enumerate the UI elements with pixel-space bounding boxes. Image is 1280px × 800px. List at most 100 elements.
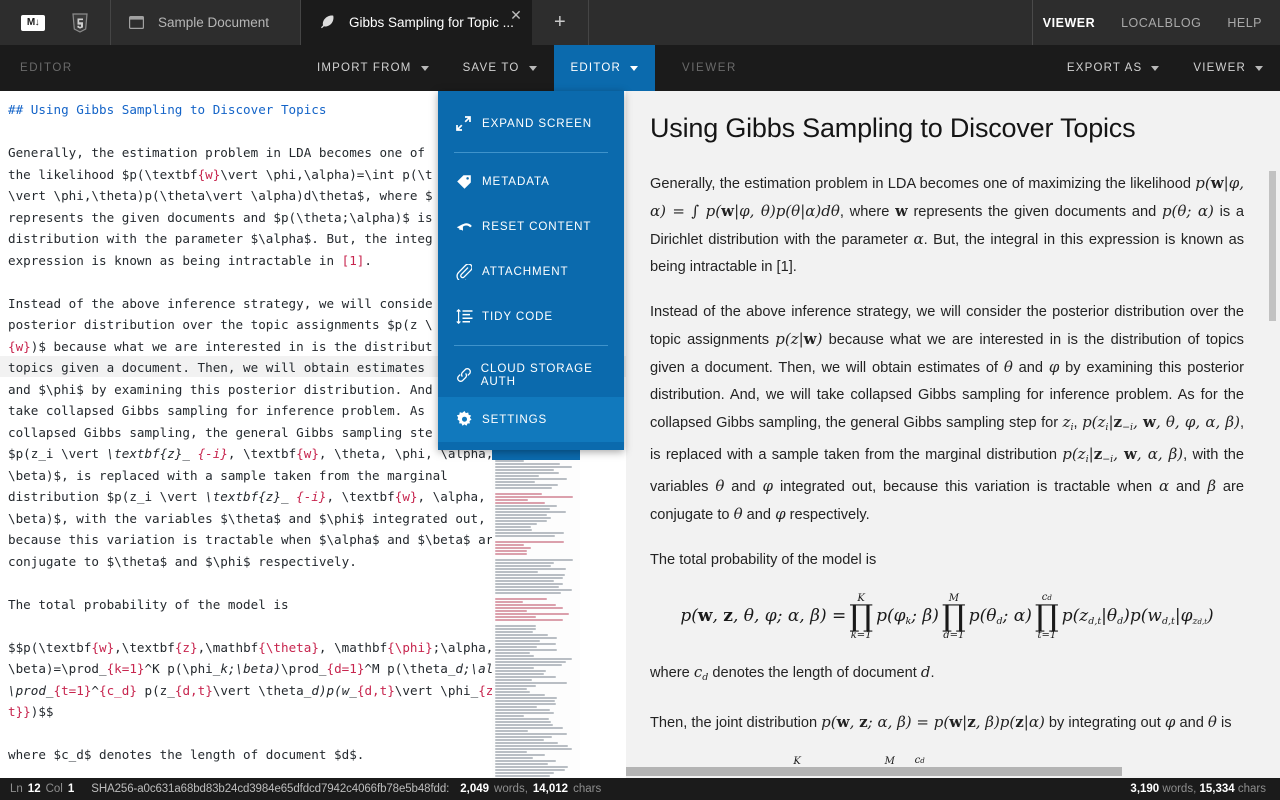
editor-p1-l1: Generally, the estimation problem in LDA… <box>8 145 425 160</box>
import-from-button[interactable]: IMPORT FROM <box>300 45 446 91</box>
new-tab-button[interactable]: + <box>532 0 588 45</box>
minimap-line <box>495 592 561 594</box>
menu-item-attachment[interactable]: ATTACHMENT <box>438 249 624 294</box>
editor-p1-l5: distribution with the parameter $\alpha$… <box>8 231 433 246</box>
minimap-line <box>495 649 557 651</box>
close-icon[interactable]: ✕ <box>510 8 522 22</box>
viewer-paragraph-5: Then, the joint distribution p(w, z; α, … <box>650 709 1244 737</box>
menu-item-reset-content[interactable]: RESET CONTENT <box>438 204 624 249</box>
status-viewer-words-value: 3,190 <box>1130 783 1159 795</box>
menu-item-settings[interactable]: SETTINGS <box>438 397 624 442</box>
menu-item-metadata[interactable]: METADATA <box>438 159 624 204</box>
status-viewer-chars-label: chars <box>1238 783 1266 795</box>
editor-minimap[interactable] <box>492 448 580 778</box>
status-col-value: 1 <box>68 783 74 795</box>
minimap-line <box>495 700 555 702</box>
math-inline-theta: θ <box>1004 358 1013 376</box>
minimap-line <box>495 547 531 549</box>
minimap-line <box>495 469 554 471</box>
minimap-line <box>495 760 556 762</box>
vp1-a: Generally, the estimation problem in LDA… <box>650 176 1195 192</box>
minimap-line <box>495 601 523 603</box>
minimap-line <box>495 655 534 657</box>
viewer-pane[interactable]: Using Gibbs Sampling to Discover Topics … <box>626 91 1280 778</box>
status-viewer-chars-value: 15,334 <box>1199 783 1234 795</box>
viewer-horizontal-scrollbar[interactable] <box>626 764 1280 778</box>
math-inline-theta-2: θ <box>715 477 724 495</box>
minimap-line <box>495 583 563 585</box>
vp1-c: represents the given documents and <box>908 204 1162 220</box>
tab-sample-document[interactable]: Sample Document <box>110 0 300 45</box>
app-icon-group: M↓ <box>0 0 110 45</box>
vp5-d: is <box>1217 715 1232 731</box>
minimap-line <box>495 748 572 750</box>
minimap-line <box>495 631 533 633</box>
editor-dropdown-menu: EXPAND SCREEN METADATA RESET CONTENT ATT… <box>438 91 624 450</box>
minimap-line <box>495 619 563 621</box>
minimap-line <box>495 739 544 741</box>
status-right: 3,190 words, 15,334 chars <box>1130 783 1280 795</box>
minimap-line <box>495 574 565 576</box>
editor-p3: The total probability of the model is <box>8 597 289 612</box>
math-inline-beta: β <box>1207 477 1216 495</box>
markdown-logo: M↓ <box>21 15 45 31</box>
vp2-c3: and <box>1169 479 1207 495</box>
math-inline-phi-4: φ <box>1165 713 1176 731</box>
save-to-button[interactable]: SAVE TO <box>446 45 554 91</box>
minimap-line <box>495 763 548 765</box>
tidy-lines-icon <box>456 309 482 324</box>
chevron-down-icon <box>1151 66 1159 71</box>
viewer-scrollbar-thumb[interactable] <box>1269 171 1276 321</box>
feather-icon <box>319 14 335 31</box>
minimap-line <box>495 613 569 615</box>
editor-p2-l3: {w})$ because what we are interested in … <box>8 339 433 354</box>
minimap-line <box>495 727 563 729</box>
chevron-down-icon <box>1255 66 1263 71</box>
minimap-line <box>495 499 528 501</box>
top-menu-viewer[interactable]: VIEWER <box>1043 16 1095 30</box>
menu-item-cloud-storage-auth[interactable]: CLOUD STORAGE AUTH <box>438 352 624 397</box>
minimap-line <box>495 706 537 708</box>
minimap-line <box>495 472 559 474</box>
viewer-content: Using Gibbs Sampling to Discover Topics … <box>626 91 1280 778</box>
vp5-a: Then, the joint distribution <box>650 715 821 731</box>
status-editor-words-label: words, <box>494 783 528 795</box>
top-menu-localblog[interactable]: LOCALBLOG <box>1121 16 1201 30</box>
vp5-c: and <box>1175 715 1207 731</box>
top-menu-help[interactable]: HELP <box>1227 16 1262 30</box>
minimap-line <box>495 685 536 687</box>
menu-item-expand-screen[interactable]: EXPAND SCREEN <box>438 101 624 146</box>
minimap-line <box>495 526 531 528</box>
app-window: M↓ Sample Document Gibbs Sampling for To… <box>0 0 1280 800</box>
minimap-line <box>495 577 563 579</box>
editor-menu-button[interactable]: EDITOR <box>554 45 655 91</box>
export-as-button[interactable]: EXPORT AS <box>1050 45 1177 91</box>
editor-p1-l4: represents the given documents and $p(\t… <box>8 210 433 225</box>
minimap-line <box>495 604 556 606</box>
viewer-hscrollbar-thumb[interactable] <box>626 767 1122 776</box>
minimap-line <box>495 559 573 561</box>
math-inline-marginal: p(zi|z−i, w, α, β) <box>1062 445 1183 463</box>
status-editor-chars-label: chars <box>573 783 601 795</box>
editor-eq-l2: \beta)=\prod_{k=1}^K p(\phi_k;\beta)\pro… <box>8 661 524 676</box>
status-col-label: Col <box>46 783 63 795</box>
minimap-line <box>495 568 566 570</box>
menu-label: EXPAND SCREEN <box>482 117 592 130</box>
gear-icon <box>456 411 482 428</box>
minimap-line <box>495 466 572 468</box>
minimap-line <box>495 553 527 555</box>
vp1-b: , where <box>840 204 895 220</box>
editor-p2-l5: and $\phi$ by examining this posterior d… <box>8 382 433 397</box>
minimap-line <box>495 646 537 648</box>
viewer-menu-button[interactable]: VIEWER <box>1176 45 1280 91</box>
menu-item-tidy-code[interactable]: TIDY CODE <box>438 294 624 339</box>
editor-blank-2 <box>8 274 16 289</box>
minimap-line <box>495 664 562 666</box>
viewer-section-label: VIEWER <box>655 62 955 74</box>
minimap-line <box>495 541 564 543</box>
minimap-line <box>495 505 557 507</box>
display-equation-total-probability: p(w, z, θ, φ; α, β) = K ∏ k=1 p(φk; β) M ∏ d=1 p… <box>650 592 1244 641</box>
tab-gibbs-sampling[interactable]: Gibbs Sampling for Topic ... ✕ <box>300 0 532 45</box>
minimap-line <box>495 565 551 567</box>
math-inline-phi-2: φ <box>763 477 774 495</box>
